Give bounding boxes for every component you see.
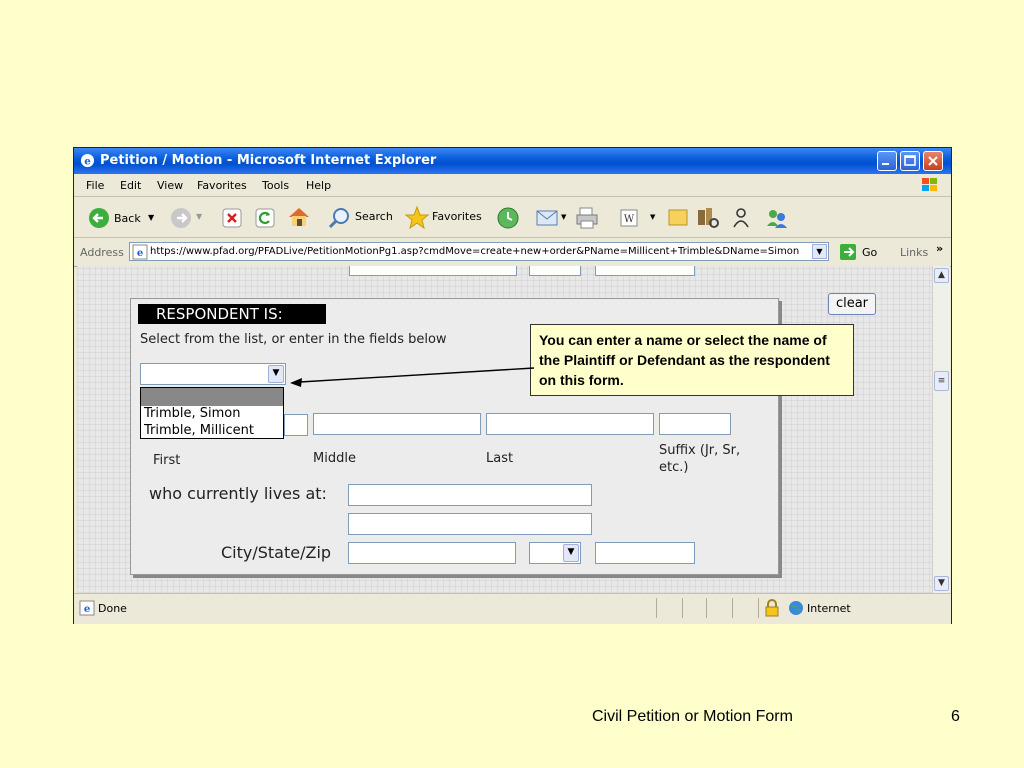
forward-arrow-icon[interactable] [170,207,194,229]
address-dropdown-icon[interactable]: ▼ [812,244,827,259]
respondent-dropdown-list[interactable]: Trimble, Simon Trimble, Millicent [140,387,284,439]
refresh-icon[interactable] [254,207,276,229]
windows-flag-icon [922,178,937,191]
address-input[interactable]: e https://www.pfad.org/PFADLive/Petition… [129,242,829,261]
stop-icon[interactable] [221,207,243,229]
back-dropdown-icon[interactable]: ▼ [148,213,154,222]
close-icon [928,156,938,166]
dropdown-option[interactable]: Trimble, Millicent [144,423,254,438]
city-input[interactable] [348,542,516,564]
partial-select[interactable] [529,266,581,276]
label-last: Last [486,451,514,466]
annotation-callout: You can enter a name or select the name … [530,324,854,396]
respondent-heading: RESPONDENT IS: [138,304,326,324]
label-city-state-zip: City/State/Zip [221,543,332,562]
page-done-icon: e [79,600,95,616]
svg-text:e: e [84,155,91,167]
back-label: Back [114,212,141,225]
go-button[interactable]: Go [862,246,877,259]
status-text: Done [98,602,127,615]
minimize-button[interactable] [877,151,897,171]
messenger-user-icon[interactable] [729,205,755,231]
vertical-scrollbar[interactable]: ▲ ≡ ▼ [932,266,950,593]
partial-input[interactable] [595,266,695,276]
instruction-text: Select from the list, or enter in the fi… [140,332,447,347]
messenger-people-icon[interactable] [764,205,790,231]
forward-dropdown-icon[interactable]: ▼ [196,212,202,221]
minimize-icon [882,163,889,165]
address-line2-input[interactable] [348,513,592,535]
window-title: Petition / Motion - Microsoft Internet E… [100,153,437,168]
back-button[interactable]: Back ▼ [80,203,154,231]
mail-icon[interactable] [535,207,561,229]
menu-edit[interactable]: Edit [120,179,141,192]
dropdown-option-blank[interactable] [141,388,283,406]
first-name-input[interactable] [284,414,308,436]
menu-view[interactable]: View [157,179,183,192]
history-icon[interactable] [496,206,520,230]
research-icon[interactable] [695,205,721,231]
address-label: Address [80,246,124,259]
lock-icon [765,599,779,617]
zip-input[interactable] [595,542,695,564]
chevron-down-icon[interactable]: ▼ [563,544,579,562]
close-button[interactable] [923,151,943,171]
chevron-right-icon[interactable]: » [936,242,943,255]
edit-word-icon[interactable]: W [618,207,640,229]
label-suffix: Suffix (Jr, Sr, etc.) [659,443,741,475]
middle-name-input[interactable] [313,413,481,435]
scroll-up-icon[interactable]: ▲ [934,268,949,283]
edit-dropdown-icon[interactable]: ▼ [650,213,655,221]
menu-tools[interactable]: Tools [262,179,289,192]
slide-footer-title: Civil Petition or Motion Form [592,708,793,725]
suffix-input[interactable] [659,413,731,435]
favorites-label[interactable]: Favorites [432,210,482,223]
callout-arrow [290,367,535,387]
respondent-select[interactable]: ▼ [140,363,286,385]
chevron-down-icon[interactable]: ▼ [268,365,284,383]
search-icon[interactable] [327,206,351,230]
links-button[interactable]: Links [900,246,928,259]
menu-favorites[interactable]: Favorites [197,179,247,192]
home-icon[interactable] [286,205,312,229]
maximize-button[interactable] [900,151,920,171]
favorites-star-icon[interactable] [404,205,430,231]
svg-text:W: W [624,214,635,225]
address-url: https://www.pfad.org/PFADLive/PetitionMo… [150,246,800,257]
scroll-thumb[interactable]: ≡ [934,371,949,391]
discuss-icon[interactable] [666,206,690,230]
mail-dropdown-icon[interactable]: ▼ [561,213,566,221]
clear-button[interactable]: clear [828,293,876,315]
print-icon[interactable] [574,205,600,231]
status-bar: e Done Internet [74,593,951,624]
maximize-icon [904,155,916,166]
security-zone: Internet [807,602,851,615]
slide-number: 6 [951,708,960,725]
label-middle: Middle [313,451,356,466]
partial-input[interactable] [349,266,517,276]
svg-text:e: e [137,248,143,259]
svg-text:e: e [84,604,90,615]
address-line1-input[interactable] [348,484,592,506]
globe-icon [789,601,803,615]
menu-help[interactable]: Help [306,179,331,192]
menu-file[interactable]: File [86,179,104,192]
label-first: First [153,453,181,468]
search-label[interactable]: Search [355,210,393,223]
menu-bar: File Edit View Favorites Tools Help [74,174,951,197]
label-lives-at: who currently lives at: [149,484,327,503]
address-bar: Address e https://www.pfad.org/PFADLive/… [74,238,951,267]
go-arrow-icon[interactable] [839,243,857,261]
toolbar: Back ▼ ▼ Search Favorites ▼ W ▼ [74,197,951,238]
scroll-down-icon[interactable]: ▼ [934,576,949,591]
page-ie-icon: e [132,244,148,260]
ie-logo-icon: e [80,153,95,167]
title-bar: e Petition / Motion - Microsoft Internet… [74,148,951,174]
dropdown-option[interactable]: Trimble, Simon [144,406,241,421]
last-name-input[interactable] [486,413,654,435]
state-select[interactable]: ▼ [529,542,581,564]
back-arrow-icon [89,208,109,228]
